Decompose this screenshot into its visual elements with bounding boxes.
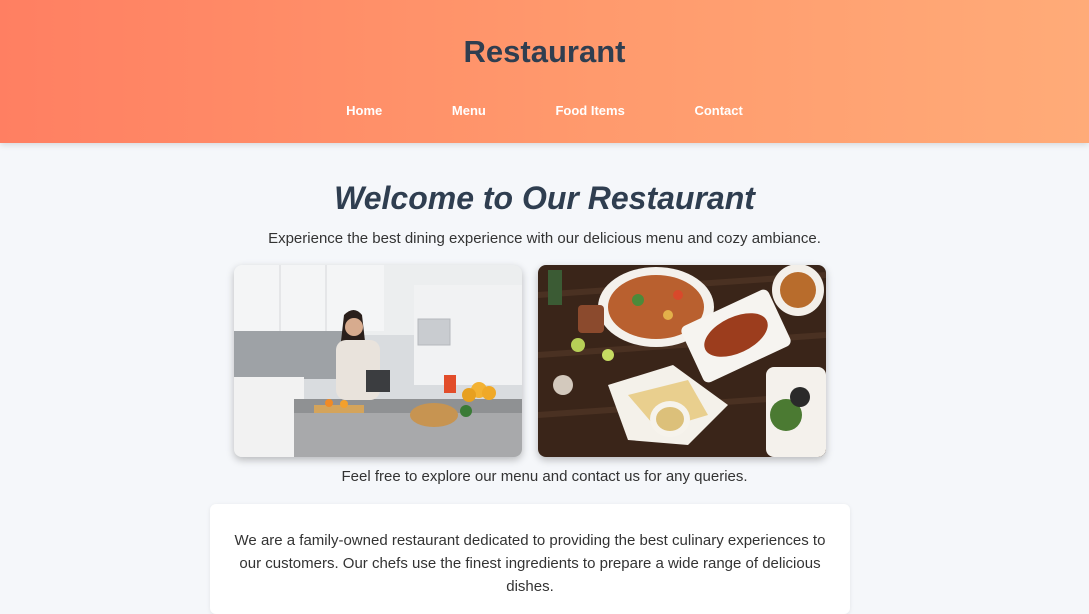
site-title: Restaurant — [463, 34, 626, 69]
site-header: Restaurant Home Menu Food Items Contact — [0, 0, 1089, 143]
main-nav: Home Menu Food Items Contact — [0, 103, 1089, 118]
nav-menu[interactable]: Menu — [452, 103, 486, 118]
food-table-photo — [538, 265, 826, 457]
hero-subtitle: Experience the best dining experience wi… — [268, 230, 821, 247]
explore-text: Feel free to explore our menu and contac… — [341, 468, 748, 485]
nav-home[interactable]: Home — [346, 103, 382, 118]
hero-title: Welcome to Our Restaurant — [334, 180, 755, 216]
about-text: We are a family-owned restaurant dedicat… — [234, 532, 826, 595]
about-card: We are a family-owned restaurant dedicat… — [210, 504, 850, 614]
nav-food-items[interactable]: Food Items — [555, 103, 624, 118]
nav-contact[interactable]: Contact — [694, 103, 742, 118]
kitchen-photo — [234, 265, 522, 457]
